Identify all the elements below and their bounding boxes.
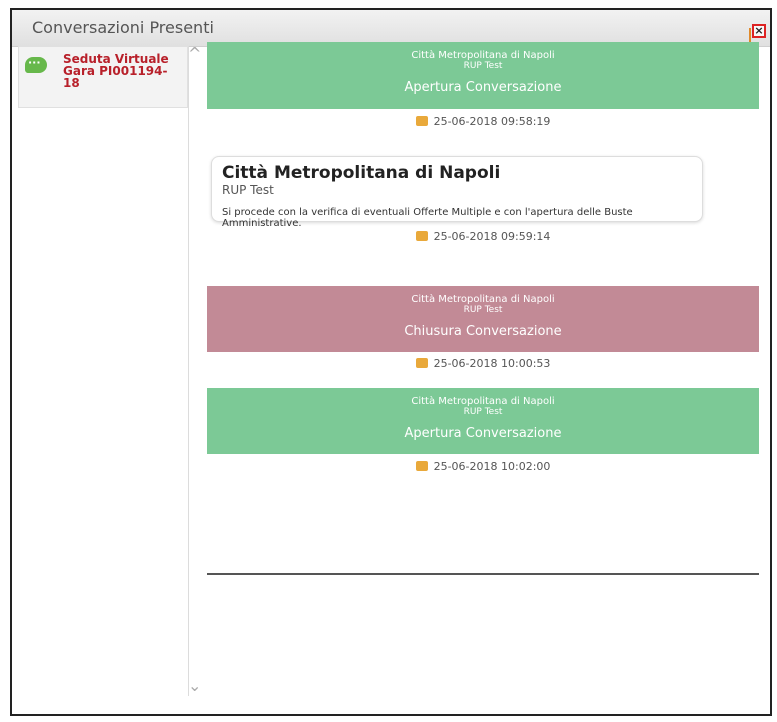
- conversation-label: Seduta Virtuale Gara PI001194-18: [63, 52, 169, 90]
- message-user: RUP Test: [222, 183, 274, 197]
- message-timestamp: 25-06-2018 09:59:14: [207, 230, 759, 243]
- timestamp-icon: [415, 358, 428, 368]
- event-action: Chiusura Conversazione: [404, 324, 562, 339]
- scroll-up-arrow[interactable]: ^: [188, 44, 201, 63]
- event-timestamp: 25-06-2018 10:00:53: [207, 357, 759, 370]
- message-card: Città Metropolitana di Napoli RUP Test S…: [211, 156, 703, 229]
- timestamp-text: 25-06-2018 09:59:14: [433, 230, 551, 243]
- event-timestamp: 25-06-2018 10:02:00: [207, 460, 759, 473]
- event-close: Città Metropolitana di Napoli RUP Test C…: [207, 286, 759, 352]
- timestamp-icon: [415, 116, 428, 126]
- scroll-down-arrow[interactable]: ⌄: [188, 676, 201, 695]
- event-org: Città Metropolitana di Napoli: [411, 396, 555, 407]
- conversation-item[interactable]: Seduta Virtuale Gara PI001194-18: [18, 46, 188, 108]
- message-feed: Città Metropolitana di Napoli RUP Test A…: [207, 42, 759, 572]
- event-open: Città Metropolitana di Napoli RUP Test A…: [207, 388, 759, 454]
- event-org: Città Metropolitana di Napoli: [411, 50, 555, 61]
- event-open: Città Metropolitana di Napoli RUP Test A…: [207, 42, 759, 109]
- timestamp-text: 25-06-2018 10:02:00: [433, 460, 551, 473]
- message-org: Città Metropolitana di Napoli: [222, 163, 501, 183]
- chat-bubble-icon: [25, 56, 47, 73]
- event-user: RUP Test: [463, 61, 503, 71]
- timestamp-text: 25-06-2018 10:00:53: [433, 357, 551, 370]
- timestamp-text: 25-06-2018 09:58:19: [433, 115, 551, 128]
- event-user: RUP Test: [463, 305, 503, 315]
- event-org: Città Metropolitana di Napoli: [411, 294, 555, 305]
- conversation-list: Seduta Virtuale Gara PI001194-18: [18, 46, 189, 696]
- event-timestamp: 25-06-2018 09:58:19: [207, 115, 759, 128]
- timestamp-icon: [415, 231, 428, 241]
- event-action: Apertura Conversazione: [404, 80, 562, 95]
- close-icon: ×: [754, 24, 764, 37]
- timestamp-icon: [415, 461, 428, 471]
- event-action: Apertura Conversazione: [404, 426, 562, 441]
- event-user: RUP Test: [463, 407, 503, 417]
- feed-separator: [207, 573, 759, 575]
- message-text: Si procede con la verifica di eventuali …: [222, 207, 633, 229]
- close-button[interactable]: ×: [752, 24, 766, 38]
- dialog-title: Conversazioni Presenti: [32, 18, 214, 37]
